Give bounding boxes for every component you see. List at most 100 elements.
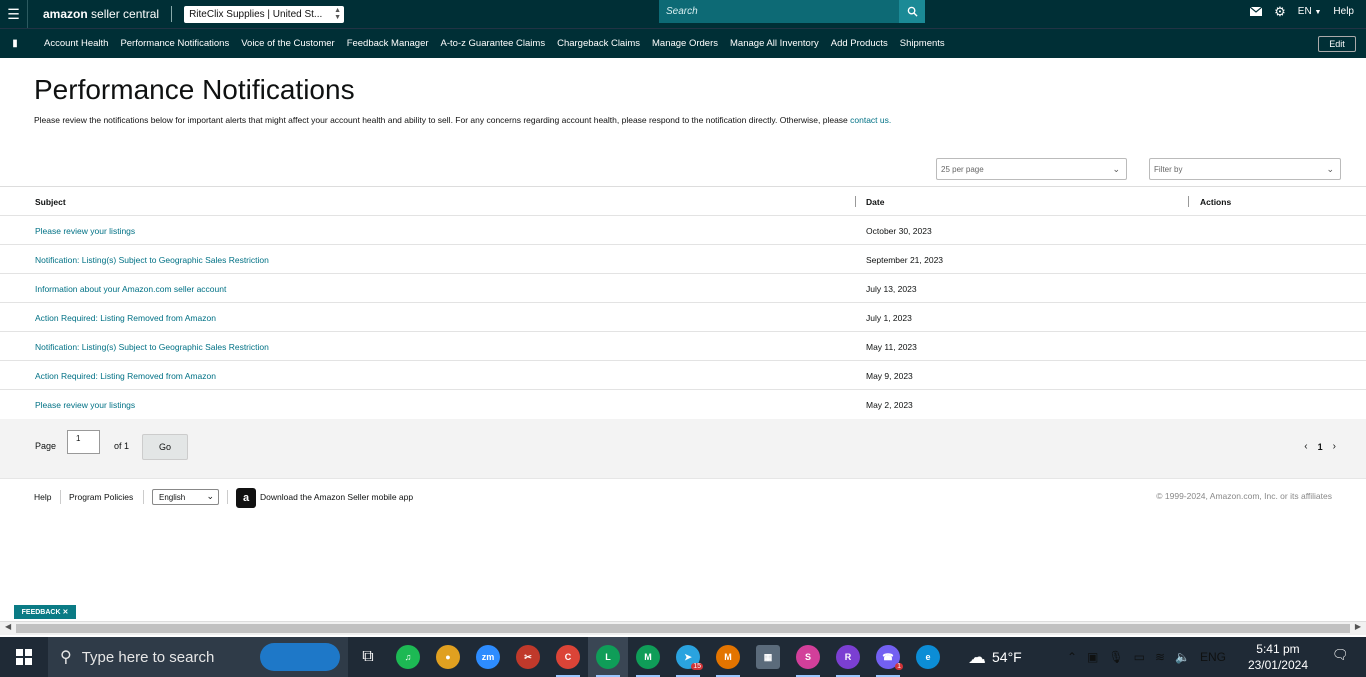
chrome-icon-5[interactable]: S [788, 637, 828, 677]
notification-subject-link[interactable]: Notification: Listing(s) Subject to Geog… [35, 245, 269, 274]
notification-subject-link[interactable]: Please review your listings [35, 390, 135, 419]
contact-us-link[interactable]: contact us. [850, 115, 891, 125]
copyright-text: © 1999-2024, Amazon.com, Inc. or its aff… [1156, 491, 1332, 501]
menu-icon[interactable]: ☰ [0, 0, 28, 28]
notification-date: September 21, 2023 [866, 254, 944, 265]
account-selector-label: RiteClix Supplies | United St... [189, 8, 323, 20]
search-button[interactable] [899, 0, 925, 23]
edge-icon[interactable]: e [908, 637, 948, 677]
search-highlight-image [260, 643, 340, 671]
nav-add-products[interactable]: Add Products [831, 38, 888, 49]
download-app-link[interactable]: Download the Amazon Seller mobile app [260, 492, 413, 502]
caret-down-icon: ▼ [1314, 9, 1322, 16]
chrome-icon-6[interactable]: R [828, 637, 868, 677]
volume-icon[interactable]: 🔈 [1175, 650, 1190, 664]
edit-nav-button[interactable]: Edit [1318, 36, 1356, 52]
nav-performance-notifications[interactable]: Performance Notifications [120, 38, 229, 49]
nav-voice-of-customer[interactable]: Voice of the Customer [241, 38, 334, 49]
system-tray: ⌃ ▣ 🎙 ▭ ≋ 🔈 ENG [1067, 637, 1226, 677]
per-page-select[interactable]: 25 per page ⌄ [936, 158, 1127, 180]
taskbar-search-box[interactable]: ⚲ Type here to search [48, 637, 348, 677]
settings-gear-icon[interactable]: ⚙ [1274, 4, 1286, 20]
language-selector[interactable]: EN ▼ [1298, 6, 1322, 17]
system-clock[interactable]: 5:41 pm 23/01/2024 [1248, 641, 1308, 673]
search-icon [907, 6, 918, 17]
header-date[interactable]: Date [866, 187, 884, 216]
amazon-app-icon[interactable]: a [236, 488, 256, 508]
table-row: Please review your listings October 30, … [0, 216, 1366, 245]
mail-icon[interactable] [1250, 7, 1263, 16]
telegram-icon[interactable]: ➤ 15 [668, 637, 708, 677]
header-subject[interactable]: Subject [35, 187, 66, 216]
divider [227, 490, 228, 504]
nav-manage-orders[interactable]: Manage Orders [652, 38, 718, 49]
chevron-down-icon: ⌄ [1326, 164, 1334, 174]
footer-language-select[interactable]: English ⌄ [152, 489, 219, 505]
footer-help-link[interactable]: Help [34, 492, 51, 502]
page-title: Performance Notifications [34, 74, 355, 105]
notification-subject-link[interactable]: Information about your Amazon.com seller… [35, 274, 226, 303]
wifi-icon[interactable]: ≋ [1155, 650, 1165, 664]
page-label: Page [35, 441, 57, 451]
app-character-icon[interactable]: ● [428, 637, 468, 677]
chrome-icon-4[interactable]: M [708, 637, 748, 677]
scroll-right-icon[interactable]: ▶ [1355, 622, 1361, 631]
table-row: Action Required: Listing Removed from Am… [0, 303, 1366, 332]
table-row: Action Required: Listing Removed from Am… [0, 361, 1366, 390]
chrome-icon-3[interactable]: M [628, 637, 668, 677]
notification-subject-link[interactable]: Please review your listings [35, 216, 135, 245]
column-divider [1188, 196, 1189, 207]
bookmark-icon[interactable]: ▮ [0, 38, 30, 49]
divider [171, 6, 173, 22]
previous-page-icon[interactable]: ‹ [1304, 441, 1307, 452]
notifications-table: Subject Date Actions Please review your … [0, 186, 1366, 420]
language-label: EN [1297, 6, 1312, 17]
chrome-icon-1[interactable]: C [548, 637, 588, 677]
nav-shipments[interactable]: Shipments [900, 38, 945, 49]
scrollbar-thumb[interactable] [16, 624, 1350, 633]
nav-chargeback-claims[interactable]: Chargeback Claims [557, 38, 640, 49]
filter-select[interactable]: Filter by ⌄ [1149, 158, 1341, 180]
nav-a-to-z-claims[interactable]: A-to-z Guarantee Claims [441, 38, 546, 49]
chrome-icon-2[interactable]: L [588, 637, 628, 677]
nav-account-health[interactable]: Account Health [44, 38, 108, 49]
spotify-icon[interactable]: ♫ [388, 637, 428, 677]
footer: Help Program Policies English ⌄ a Downlo… [0, 486, 1366, 508]
show-hidden-icons-icon[interactable]: ⌃ [1067, 650, 1077, 664]
go-button[interactable]: Go [142, 434, 188, 460]
input-language[interactable]: ENG [1200, 650, 1226, 664]
notification-center-icon[interactable]: 🗨 [1332, 647, 1352, 667]
notification-date: July 1, 2023 [866, 312, 912, 323]
zoom-icon[interactable]: zm [468, 637, 508, 677]
weather-widget[interactable]: ☁ 54°F [968, 647, 1022, 668]
notification-subject-link[interactable]: Notification: Listing(s) Subject to Geog… [35, 332, 269, 361]
current-page-number[interactable]: 1 [1318, 441, 1323, 452]
task-view-icon[interactable]: ⧉ [348, 637, 388, 677]
cloudy-weather-icon: ☁ [968, 646, 986, 667]
seller-central-logo[interactable]: amazon seller central [43, 7, 159, 21]
meet-now-icon[interactable]: ▣ [1087, 650, 1098, 664]
feedback-button[interactable]: FEEDBACK ✕ [14, 605, 76, 619]
calculator-icon[interactable]: ▦ [748, 637, 788, 677]
program-policies-link[interactable]: Program Policies [69, 492, 133, 502]
notification-subject-link[interactable]: Action Required: Listing Removed from Am… [35, 303, 216, 332]
horizontal-scrollbar[interactable]: ◀ ▶ [0, 621, 1366, 635]
notification-subject-link[interactable]: Action Required: Listing Removed from Am… [35, 361, 216, 390]
nav-manage-inventory[interactable]: Manage All Inventory [730, 38, 819, 49]
viber-badge: 1 [895, 663, 903, 670]
nav-feedback-manager[interactable]: Feedback Manager [347, 38, 429, 49]
start-button[interactable] [0, 637, 48, 677]
temperature: 54°F [992, 649, 1022, 665]
next-page-icon[interactable]: › [1333, 441, 1336, 452]
scroll-left-icon[interactable]: ◀ [5, 622, 11, 631]
viber-icon[interactable]: ☎ 1 [868, 637, 908, 677]
search-input[interactable]: Search [659, 0, 899, 23]
help-link[interactable]: Help [1333, 6, 1354, 17]
column-divider [855, 196, 856, 207]
snip-icon[interactable]: ✂ [508, 637, 548, 677]
logo-brand: amazon [43, 7, 88, 21]
account-selector[interactable]: RiteClix Supplies | United St... ▲ ▼ [184, 5, 345, 23]
battery-icon[interactable]: ▭ [1134, 650, 1145, 664]
microphone-icon[interactable]: 🎙 [1108, 650, 1123, 664]
page-number-input[interactable]: 1 [67, 430, 100, 454]
